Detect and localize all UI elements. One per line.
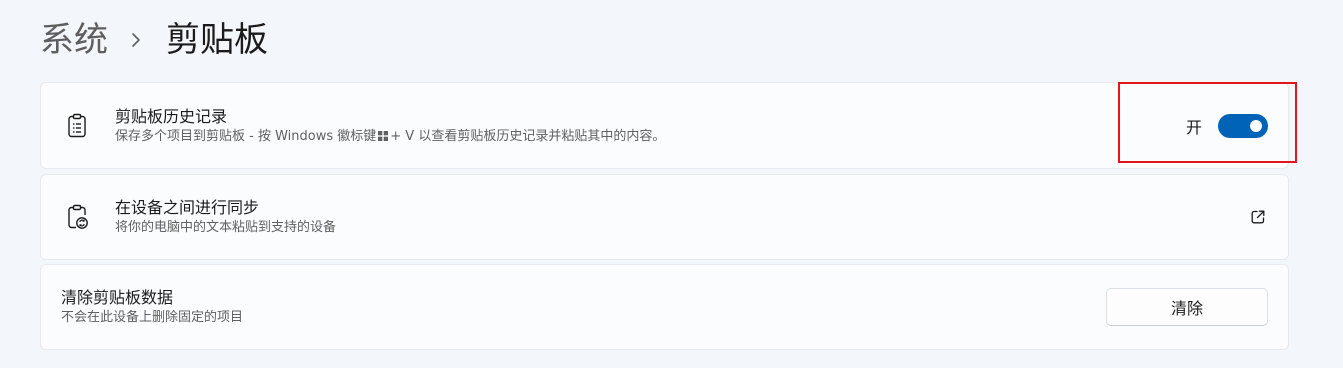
toggle-state-label: 开 <box>1185 117 1202 137</box>
clipboard-history-title: 剪贴板历史记录 <box>115 106 228 126</box>
clipboard-history-card: 剪贴板历史记录 保存多个项目到剪贴板 - 按 Windows 徽标键 + V 以查… <box>40 82 1289 169</box>
description-after-key: + V 以查看剪贴板历史记录并粘贴其中的内容。 <box>390 128 666 144</box>
clipboard-history-toggle[interactable] <box>1218 113 1268 138</box>
clear-clipboard-card: 清除剪贴板数据 不会在此设备上删除固定的项目 清除 <box>40 264 1289 350</box>
clipboard-settings-page: 系统 剪贴板 剪贴板历史记录 保存多个项目到剪贴板 - 按 Windows 徽标 <box>0 0 1343 368</box>
breadcrumb-system-link[interactable]: 系统 <box>40 23 108 57</box>
clear-clipboard-text: 清除剪贴板数据 不会在此设备上删除固定的项目 <box>61 287 243 327</box>
clipboard-history-text: 剪贴板历史记录 保存多个项目到剪贴板 - 按 Windows 徽标键 + V 以查… <box>115 106 665 146</box>
toggle-knob <box>1250 119 1262 132</box>
page-title: 剪贴板 <box>166 20 268 60</box>
sync-devices-text: 在设备之间进行同步 将你的电脑中的文本粘贴到支持的设备 <box>115 197 336 237</box>
clear-clipboard-title: 清除剪贴板数据 <box>61 288 174 307</box>
windows-logo-icon <box>378 129 389 141</box>
clipboard-sync-icon <box>65 204 89 230</box>
clipboard-history-description: 保存多个项目到剪贴板 - 按 Windows 徽标键 + V 以查看剪贴板历史记录… <box>115 128 665 146</box>
clear-clipboard-description: 不会在此设备上删除固定的项目 <box>61 310 244 325</box>
clipboard-list-icon <box>65 113 89 139</box>
sync-devices-title: 在设备之间进行同步 <box>115 198 260 217</box>
clear-button[interactable]: 清除 <box>1106 288 1268 326</box>
sync-devices-description: 将你的电脑中的文本粘贴到支持的设备 <box>115 220 337 235</box>
clipboard-history-toggle-area: 开 <box>1185 113 1268 138</box>
breadcrumb: 系统 剪贴板 <box>40 14 268 66</box>
chevron-right-icon <box>122 14 152 66</box>
sync-devices-card[interactable]: 在设备之间进行同步 将你的电脑中的文本粘贴到支持的设备 <box>40 174 1289 260</box>
external-link-icon[interactable] <box>1250 209 1266 225</box>
description-before-key: 保存多个项目到剪贴板 - 按 Windows 徽标键 <box>115 128 377 144</box>
